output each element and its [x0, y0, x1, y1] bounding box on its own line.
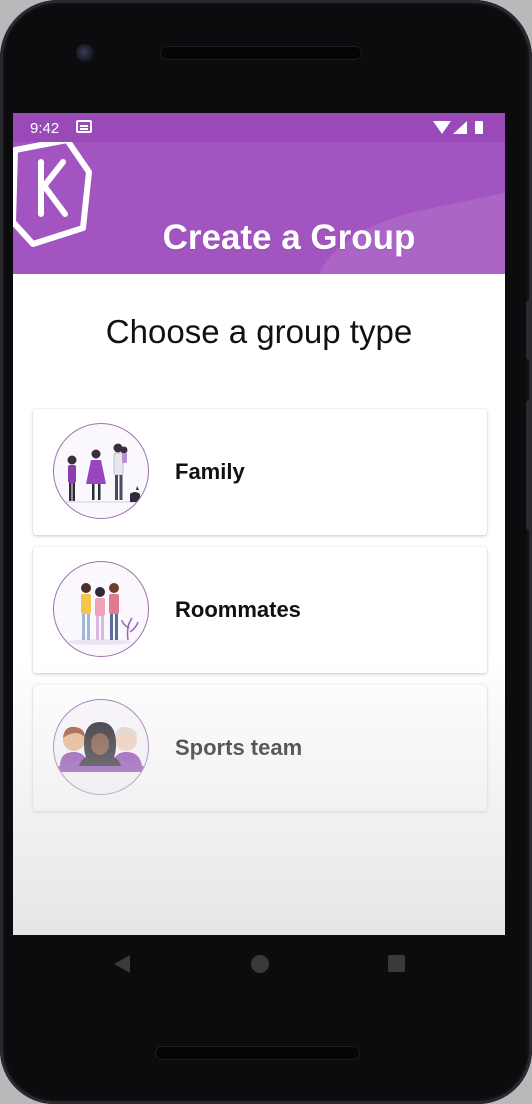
family-illustration: [53, 423, 149, 519]
top-speaker: [160, 46, 362, 60]
page-title: Create a Group: [162, 218, 416, 257]
sports-team-illustration: [53, 699, 149, 795]
app-screen: 9:42 Create a Group Choose a group type: [13, 113, 505, 935]
back-icon[interactable]: [114, 955, 130, 973]
signal-icon: [453, 121, 467, 134]
group-type-label: Family: [175, 459, 245, 484]
app-header: Create a Group: [13, 142, 505, 274]
roommates-illustration: [53, 561, 149, 657]
battery-icon: [475, 121, 483, 134]
group-type-label: Roommates: [175, 597, 301, 622]
volume-button: [526, 400, 532, 530]
status-time: 9:42: [30, 120, 60, 137]
notification-icon: [76, 120, 92, 133]
group-type-family[interactable]: Family: [33, 409, 487, 535]
front-camera: [76, 44, 94, 62]
group-type-sports-team[interactable]: Sports team: [33, 685, 487, 811]
group-type-roommates[interactable]: Roommates: [33, 547, 487, 673]
status-bar: 9:42: [13, 113, 505, 142]
wifi-icon: [433, 121, 451, 134]
section-heading: Choose a group type: [105, 313, 413, 350]
home-icon[interactable]: [251, 955, 269, 973]
system-nav-bar: [13, 935, 505, 993]
bottom-speaker: [155, 1046, 360, 1060]
status-icons: [433, 121, 491, 135]
phone-frame: 9:42 Create a Group Choose a group type: [0, 0, 532, 1104]
power-button: [526, 300, 532, 360]
recent-apps-icon[interactable]: [388, 955, 405, 972]
group-type-label: Sports team: [175, 735, 303, 760]
